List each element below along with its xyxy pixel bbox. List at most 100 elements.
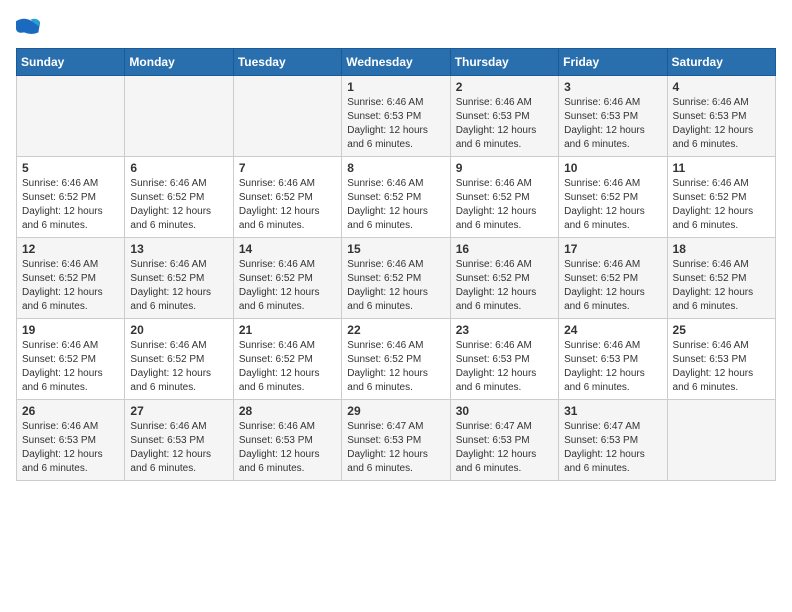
day-number: 4 — [673, 80, 770, 94]
calendar-cell: 25Sunrise: 6:46 AMSunset: 6:53 PMDayligh… — [667, 319, 775, 400]
calendar-cell — [667, 400, 775, 481]
calendar-cell: 3 Sunrise: 6:46 AMSunset: 6:53 PMDaylight… — [559, 76, 667, 157]
calendar-week-1: 1 Sunrise: 6:46 AMSunset: 6:53 PMDaylight… — [17, 76, 776, 157]
day-number: 26 — [22, 404, 119, 418]
day-info: Sunrise: 6:46 AMSunset: 6:52 PMDaylight:… — [564, 258, 661, 314]
calendar-week-4: 19 Sunrise: 6:46 AMSunset: 6:52 PMDayligh… — [17, 319, 776, 400]
calendar-cell: 16 Sunrise: 6:46 AMSunset: 6:52 PMDayligh… — [450, 238, 558, 319]
calendar-cell: 18Sunrise: 6:46 AMSunset: 6:52 PMDayligh… — [667, 238, 775, 319]
day-info: Sunrise: 6:46 AMSunset: 6:52 PMDaylight:… — [673, 177, 770, 233]
day-info: Sunrise: 6:46 AMSunset: 6:53 PMDaylight:… — [564, 339, 661, 395]
calendar-cell — [17, 76, 125, 157]
day-number: 22 — [347, 323, 444, 337]
calendar-cell: 6 Sunrise: 6:46 AMSunset: 6:52 PMDaylight… — [125, 157, 233, 238]
calendar-cell: 5 Sunrise: 6:46 AMSunset: 6:52 PMDaylight… — [17, 157, 125, 238]
calendar-cell: 21Sunrise: 6:46 AMSunset: 6:52 PMDayligh… — [233, 319, 341, 400]
day-number: 8 — [347, 161, 444, 175]
weekday-header-row: SundayMondayTuesdayWednesdayThursdayFrid… — [17, 49, 776, 76]
day-info: Sunrise: 6:46 AMSunset: 6:53 PMDaylight:… — [564, 96, 661, 152]
logo-icon — [16, 16, 40, 36]
calendar-cell: 23 Sunrise: 6:46 AMSunset: 6:53 PMDayligh… — [450, 319, 558, 400]
day-info: Sunrise: 6:46 AMSunset: 6:52 PMDaylight:… — [456, 177, 553, 233]
day-number: 14 — [239, 242, 336, 256]
calendar-cell: 8 Sunrise: 6:46 AMSunset: 6:52 PMDaylight… — [342, 157, 450, 238]
logo — [16, 16, 44, 36]
calendar-cell: 10Sunrise: 6:46 AMSunset: 6:52 PMDayligh… — [559, 157, 667, 238]
day-number: 5 — [22, 161, 119, 175]
day-info: Sunrise: 6:46 AMSunset: 6:52 PMDaylight:… — [564, 177, 661, 233]
day-number: 31 — [564, 404, 661, 418]
day-number: 21 — [239, 323, 336, 337]
day-info: Sunrise: 6:46 AMSunset: 6:53 PMDaylight:… — [456, 96, 553, 152]
day-number: 1 — [347, 80, 444, 94]
calendar-cell: 4Sunrise: 6:46 AMSunset: 6:53 PMDaylight… — [667, 76, 775, 157]
header — [16, 16, 776, 36]
calendar-cell: 7 Sunrise: 6:46 AMSunset: 6:52 PMDaylight… — [233, 157, 341, 238]
day-number: 2 — [456, 80, 553, 94]
day-number: 20 — [130, 323, 227, 337]
day-info: Sunrise: 6:46 AMSunset: 6:52 PMDaylight:… — [22, 177, 119, 233]
weekday-header-friday: Friday — [559, 49, 667, 76]
calendar-cell: 20 Sunrise: 6:46 AMSunset: 6:52 PMDayligh… — [125, 319, 233, 400]
calendar-cell: 27Sunrise: 6:46 AMSunset: 6:53 PMDayligh… — [125, 400, 233, 481]
day-info: Sunrise: 6:46 AMSunset: 6:52 PMDaylight:… — [130, 339, 227, 395]
day-number: 12 — [22, 242, 119, 256]
day-number: 29 — [347, 404, 444, 418]
day-number: 15 — [347, 242, 444, 256]
day-info: Sunrise: 6:46 AMSunset: 6:52 PMDaylight:… — [22, 339, 119, 395]
day-info: Sunrise: 6:46 AMSunset: 6:52 PMDaylight:… — [347, 258, 444, 314]
day-number: 7 — [239, 161, 336, 175]
day-number: 16 — [456, 242, 553, 256]
day-number: 28 — [239, 404, 336, 418]
day-info: Sunrise: 6:46 AMSunset: 6:52 PMDaylight:… — [239, 258, 336, 314]
calendar-cell: 13Sunrise: 6:46 AMSunset: 6:52 PMDayligh… — [125, 238, 233, 319]
day-number: 24 — [564, 323, 661, 337]
day-number: 17 — [564, 242, 661, 256]
calendar-cell: 17 Sunrise: 6:46 AMSunset: 6:52 PMDayligh… — [559, 238, 667, 319]
calendar-week-2: 5 Sunrise: 6:46 AMSunset: 6:52 PMDaylight… — [17, 157, 776, 238]
weekday-header-thursday: Thursday — [450, 49, 558, 76]
day-info: Sunrise: 6:46 AMSunset: 6:52 PMDaylight:… — [673, 258, 770, 314]
day-number: 19 — [22, 323, 119, 337]
day-number: 30 — [456, 404, 553, 418]
calendar-cell: 9 Sunrise: 6:46 AMSunset: 6:52 PMDaylight… — [450, 157, 558, 238]
day-number: 9 — [456, 161, 553, 175]
day-info: Sunrise: 6:46 AMSunset: 6:52 PMDaylight:… — [347, 177, 444, 233]
day-info: Sunrise: 6:46 AMSunset: 6:53 PMDaylight:… — [456, 339, 553, 395]
day-number: 27 — [130, 404, 227, 418]
day-info: Sunrise: 6:46 AMSunset: 6:53 PMDaylight:… — [22, 420, 119, 476]
day-info: Sunrise: 6:46 AMSunset: 6:52 PMDaylight:… — [347, 339, 444, 395]
calendar-cell: 28Sunrise: 6:46 AMSunset: 6:53 PMDayligh… — [233, 400, 341, 481]
calendar-cell: 22 Sunrise: 6:46 AMSunset: 6:52 PMDayligh… — [342, 319, 450, 400]
day-info: Sunrise: 6:46 AMSunset: 6:53 PMDaylight:… — [347, 96, 444, 152]
day-info: Sunrise: 6:46 AMSunset: 6:52 PMDaylight:… — [456, 258, 553, 314]
calendar-cell: 24 Sunrise: 6:46 AMSunset: 6:53 PMDayligh… — [559, 319, 667, 400]
calendar-cell — [233, 76, 341, 157]
calendar-cell: 15 Sunrise: 6:46 AMSunset: 6:52 PMDayligh… — [342, 238, 450, 319]
weekday-header-wednesday: Wednesday — [342, 49, 450, 76]
day-number: 3 — [564, 80, 661, 94]
day-number: 13 — [130, 242, 227, 256]
calendar-cell: 11Sunrise: 6:46 AMSunset: 6:52 PMDayligh… — [667, 157, 775, 238]
calendar-cell: 30 Sunrise: 6:47 AMSunset: 6:53 PMDayligh… — [450, 400, 558, 481]
calendar-week-3: 12 Sunrise: 6:46 AMSunset: 6:52 PMDayligh… — [17, 238, 776, 319]
calendar-cell: 1 Sunrise: 6:46 AMSunset: 6:53 PMDaylight… — [342, 76, 450, 157]
day-info: Sunrise: 6:47 AMSunset: 6:53 PMDaylight:… — [347, 420, 444, 476]
calendar-cell: 12 Sunrise: 6:46 AMSunset: 6:52 PMDayligh… — [17, 238, 125, 319]
weekday-header-tuesday: Tuesday — [233, 49, 341, 76]
day-info: Sunrise: 6:46 AMSunset: 6:52 PMDaylight:… — [22, 258, 119, 314]
calendar-cell: 14 Sunrise: 6:46 AMSunset: 6:52 PMDayligh… — [233, 238, 341, 319]
calendar-cell: 19 Sunrise: 6:46 AMSunset: 6:52 PMDayligh… — [17, 319, 125, 400]
day-number: 23 — [456, 323, 553, 337]
day-info: Sunrise: 6:47 AMSunset: 6:53 PMDaylight:… — [456, 420, 553, 476]
day-number: 6 — [130, 161, 227, 175]
day-info: Sunrise: 6:46 AMSunset: 6:52 PMDaylight:… — [239, 177, 336, 233]
weekday-header-saturday: Saturday — [667, 49, 775, 76]
calendar-cell: 26 Sunrise: 6:46 AMSunset: 6:53 PMDayligh… — [17, 400, 125, 481]
calendar-cell: 29 Sunrise: 6:47 AMSunset: 6:53 PMDayligh… — [342, 400, 450, 481]
weekday-header-monday: Monday — [125, 49, 233, 76]
day-info: Sunrise: 6:46 AMSunset: 6:52 PMDaylight:… — [130, 177, 227, 233]
day-info: Sunrise: 6:47 AMSunset: 6:53 PMDaylight:… — [564, 420, 661, 476]
calendar-table: SundayMondayTuesdayWednesdayThursdayFrid… — [16, 48, 776, 481]
calendar-week-5: 26 Sunrise: 6:46 AMSunset: 6:53 PMDayligh… — [17, 400, 776, 481]
